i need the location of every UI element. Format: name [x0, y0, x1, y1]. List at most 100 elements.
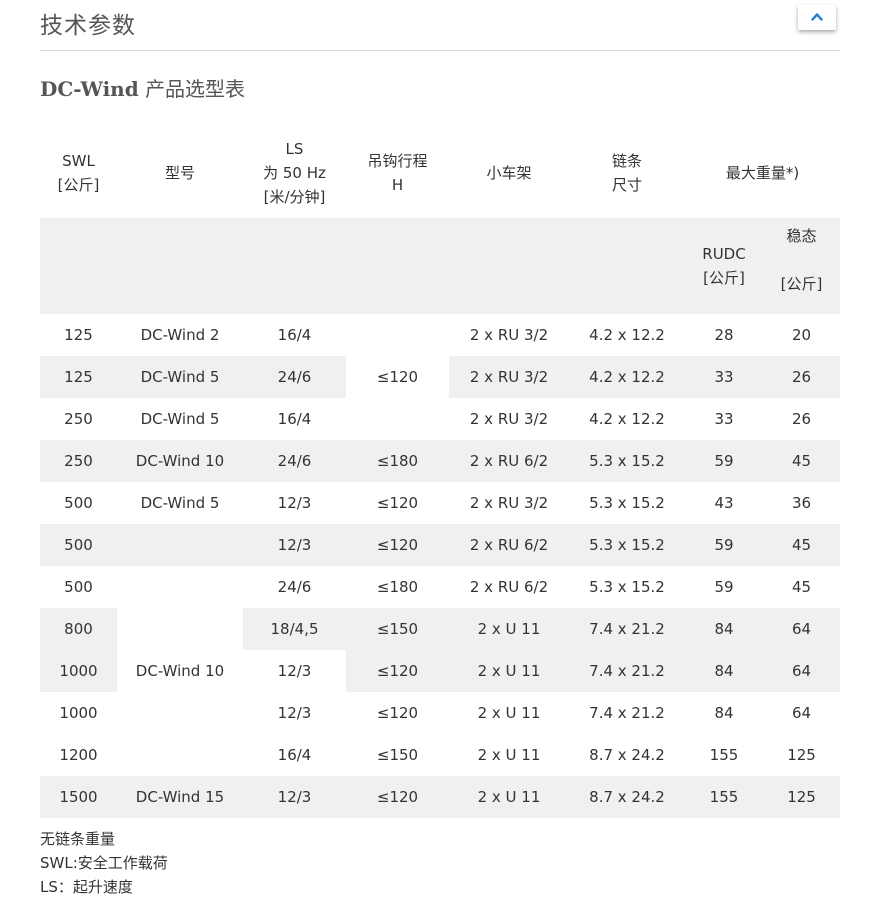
table-row: 1500 DC-Wind 15 12/3 ≤120 2 x U 11 8.7 x 24.… [40, 776, 841, 818]
table-cell: 8.7 x 24.2 [569, 734, 685, 776]
header-spacer [40, 218, 685, 314]
table-title-brand: DC-Wind [40, 77, 139, 101]
header-text: [公斤] [780, 275, 823, 293]
table-cell: 500 [40, 566, 117, 608]
table-cell: DC-Wind 10 [117, 440, 243, 482]
footnote-swl: SWL:安全工作载荷 [40, 854, 168, 872]
table-row: 500 DC-Wind 5 12/3 ≤120 2 x RU 3/2 5.3 x 15.… [40, 482, 841, 524]
product-selection-table: SWL [公斤] 型号 LS 为 50 Hz [米/分钟] 吊钩行程 H 小车架 链条尺… [40, 127, 841, 818]
table-cell: 2 x RU 3/2 [449, 314, 569, 356]
table-cell: 59 [685, 440, 763, 482]
table-cell: 2 x RU 3/2 [449, 356, 569, 398]
table-cell: ≤120 [346, 482, 449, 524]
table-cell: 59 [685, 566, 763, 608]
table-cell: 125 [763, 734, 841, 776]
header-text: LS [285, 139, 304, 158]
table-cell: 2 x U 11 [449, 650, 569, 692]
table-cell: DC-Wind 5 [117, 356, 243, 398]
footnotes: 无链条重量 SWL:安全工作载荷 LS：起升速度 [40, 827, 168, 899]
table-cell: 45 [763, 566, 841, 608]
header-model: 型号 [117, 127, 243, 218]
table-cell: 1000 [40, 650, 117, 692]
table-row: 250 DC-Wind 10 24/6 ≤180 2 x RU 6/2 5.3 x 15… [40, 440, 841, 482]
table-cell: ≤180 [346, 566, 449, 608]
table-cell: 2 x RU 6/2 [449, 440, 569, 482]
header-swl: SWL [公斤] [40, 127, 117, 218]
table-cell: 64 [763, 608, 841, 650]
header-text: 吊钩行程 [367, 151, 428, 170]
header-text: 为 50 Hz [263, 163, 326, 182]
table-row: 500 DC-Wind 10 24/6 ≤180 2 x RU 6/2 5.3 x … [40, 566, 841, 776]
table-cell: 45 [763, 440, 841, 482]
table-cell: 84 [685, 608, 763, 650]
table-cell: ≤150 [346, 734, 449, 776]
table-cell: 64 [763, 650, 841, 692]
table-cell: ≤120 [346, 524, 449, 566]
table-cell: 7.4 x 21.2 [569, 650, 685, 692]
table-cell: 24/6 [243, 440, 346, 482]
table-cell: 2 x U 11 [449, 608, 569, 650]
model-cell-merged: DC-Wind 10 [117, 566, 243, 776]
chevron-up-icon [811, 13, 823, 21]
table-cell: 5.3 x 15.2 [569, 524, 685, 566]
header-text [799, 251, 804, 269]
table-cell: ≤120 [346, 650, 449, 692]
table-cell: 250 [40, 440, 117, 482]
table-cell: 2 x U 11 [449, 776, 569, 818]
table-cell: 1000 [40, 692, 117, 734]
table-cell: 28 [685, 314, 763, 356]
table-cell: 8.7 x 24.2 [569, 776, 685, 818]
table-cell: 125 [40, 356, 117, 398]
table-cell: 26 [763, 356, 841, 398]
table-cell: 2 x RU 6/2 [449, 566, 569, 608]
footnote-ls: LS：起升速度 [40, 878, 133, 896]
header-text: [米/分钟] [263, 187, 326, 206]
table-cell: ≤180 [346, 440, 449, 482]
footnote-weight: 无链条重量 [40, 830, 116, 848]
table-cell: 12/3 [243, 482, 346, 524]
table-cell: 36 [763, 482, 841, 524]
header-text: H [391, 175, 404, 194]
collapse-button[interactable] [798, 5, 836, 30]
table-cell: DC-Wind 15 [117, 776, 243, 818]
table-cell: 18/4,5 [243, 608, 346, 650]
header-chain: 链条 尺寸 [569, 127, 685, 218]
table-cell: 24/6 [243, 356, 346, 398]
table-cell: 84 [685, 692, 763, 734]
table-cell: 155 [685, 776, 763, 818]
table-cell: 16/4 [243, 734, 346, 776]
section-header: 技术参数 [40, 0, 840, 51]
hook-cell-merged: ≤120 [346, 314, 449, 440]
table-cell: 64 [763, 692, 841, 734]
table-row: 125 DC-Wind 2 16/4 ≤120 2 x RU 3/2 4.2 x 12… [40, 314, 841, 440]
table-cell: 45 [763, 524, 841, 566]
table-cell: 33 [685, 398, 763, 440]
model-cell-blank [117, 524, 243, 566]
table-cell: DC-Wind 5 [117, 482, 243, 524]
header-ls: LS 为 50 Hz [米/分钟] [243, 127, 346, 218]
header-text: 稳态 [786, 227, 817, 245]
table-cell: 5.3 x 15.2 [569, 440, 685, 482]
header-text: SWL [62, 151, 95, 170]
header-max-weight: 最大重量*) [685, 127, 841, 218]
header-rudc: RUDC [公斤] [685, 218, 763, 314]
table-cell: 59 [685, 524, 763, 566]
table-cell: 33 [685, 356, 763, 398]
table-cell: 12/3 [243, 650, 346, 692]
table-cell: 2 x RU 3/2 [449, 482, 569, 524]
table-cell: ≤150 [346, 608, 449, 650]
table-cell: 800 [40, 608, 117, 650]
table-title: DC-Wind 产品选型表 [40, 73, 245, 102]
table-cell: 7.4 x 21.2 [569, 608, 685, 650]
table-cell: 500 [40, 482, 117, 524]
table-cell: 5.3 x 15.2 [569, 482, 685, 524]
table-cell: 1200 [40, 734, 117, 776]
table-cell: ≤120 [346, 776, 449, 818]
table-title-text: 产品选型表 [145, 77, 246, 101]
table-cell: DC-Wind 5 [117, 398, 243, 440]
table-cell: 2 x RU 6/2 [449, 524, 569, 566]
table-cell: 4.2 x 12.2 [569, 356, 685, 398]
table-cell: 12/3 [243, 524, 346, 566]
header-steady: 稳态 [公斤] [763, 218, 841, 314]
table-cell: 12/3 [243, 776, 346, 818]
